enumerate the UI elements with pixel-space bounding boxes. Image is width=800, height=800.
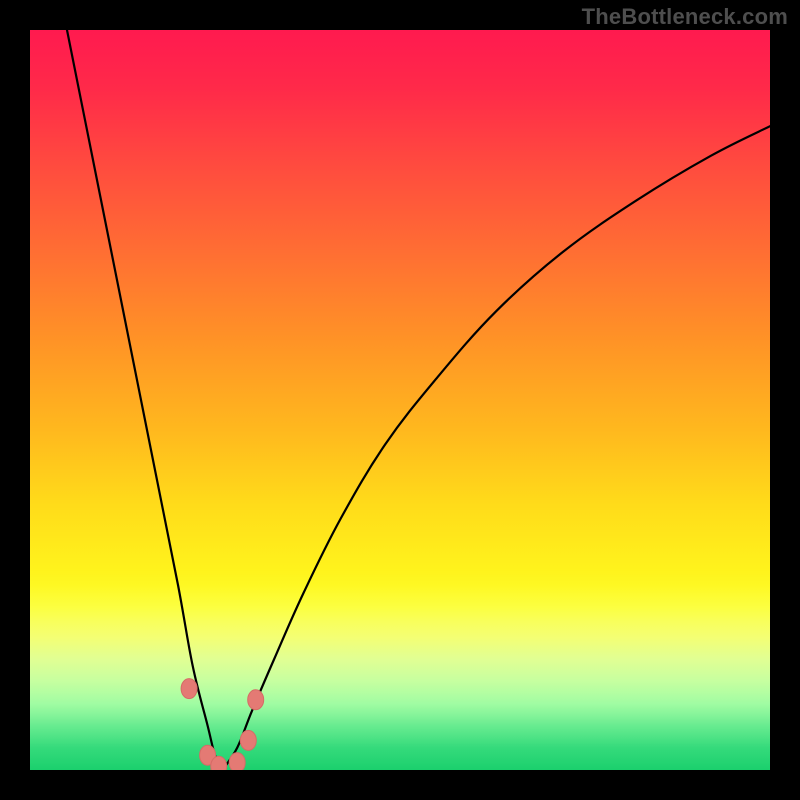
trough-marker — [181, 679, 197, 699]
left-branch-path — [67, 30, 222, 770]
curve-layer — [30, 30, 770, 770]
bottleneck-curve — [67, 30, 770, 770]
watermark-text: TheBottleneck.com — [582, 4, 788, 30]
trough-marker — [229, 753, 245, 770]
trough-marker — [240, 730, 256, 750]
chart-frame: TheBottleneck.com — [0, 0, 800, 800]
trough-marker — [248, 690, 264, 710]
right-branch-path — [222, 126, 770, 770]
plot-area — [30, 30, 770, 770]
trough-marker-group — [181, 679, 264, 770]
